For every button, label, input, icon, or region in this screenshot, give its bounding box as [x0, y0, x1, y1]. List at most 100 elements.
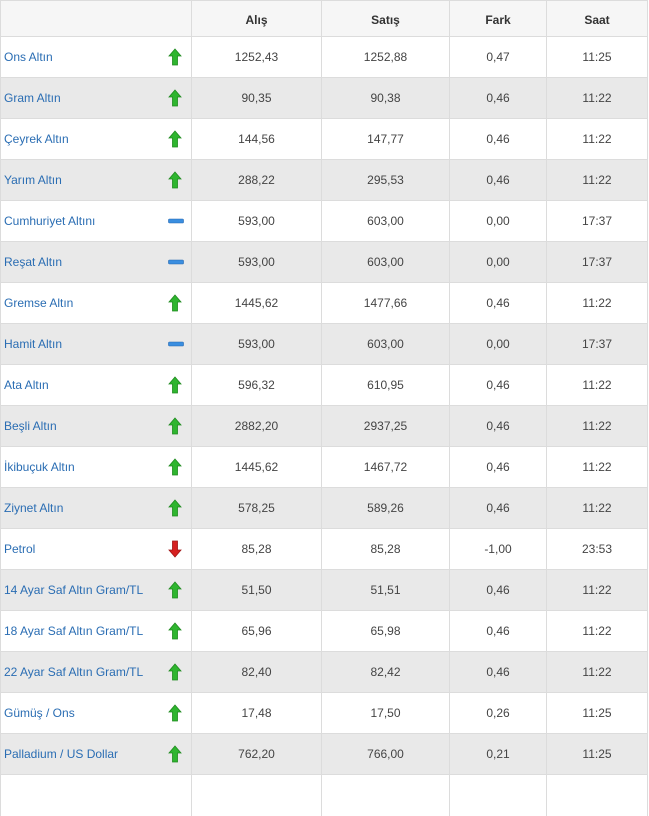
flat-dash-icon: [168, 253, 184, 271]
up-arrow-icon: [168, 48, 182, 66]
instrument-link[interactable]: Hamit Altın: [1, 337, 62, 351]
instrument-cell: 14 Ayar Saf Altın Gram/TL: [0, 569, 192, 611]
table-row: 18 Ayar Saf Altın Gram/TL 65,96 65,98 0,46 1…: [0, 610, 648, 652]
instrument-link[interactable]: 14 Ayar Saf Altın Gram/TL: [1, 583, 143, 597]
sell-price: 1477,66: [321, 282, 450, 324]
sell-price: 603,00: [321, 241, 450, 283]
instrument-link[interactable]: Ata Altın: [1, 378, 49, 392]
up-arrow-icon: [168, 581, 182, 599]
sell-price: 1467,72: [321, 446, 450, 488]
instrument-cell: Petrol: [0, 528, 192, 570]
sell-price: 603,00: [321, 200, 450, 242]
instrument-cell: 22 Ayar Saf Altın Gram/TL: [0, 651, 192, 693]
buy-price: 593,00: [191, 241, 322, 283]
sell-price: 610,95: [321, 364, 450, 406]
update-time: 11:25: [546, 733, 648, 775]
sell-price: 1252,88: [321, 36, 450, 78]
instrument-cell: 18 Ayar Saf Altın Gram/TL: [0, 610, 192, 652]
sell-price: 17,50: [321, 692, 450, 734]
header-diff: Fark: [449, 0, 547, 37]
buy-price: 578,25: [191, 487, 322, 529]
instrument-cell: Reşat Altın: [0, 241, 192, 283]
instrument-cell: Ons Altın: [0, 36, 192, 78]
table-row: Gram Altın 90,35 90,38 0,46 11:22: [0, 77, 648, 119]
instrument-cell: Gümüş / Ons: [0, 692, 192, 734]
instrument-link[interactable]: Palladium / US Dollar: [1, 747, 118, 761]
buy-price: 762,20: [191, 733, 322, 775]
up-arrow-icon: [168, 89, 182, 107]
update-time: 11:22: [546, 446, 648, 488]
instrument-link[interactable]: Cumhuriyet Altını: [1, 214, 95, 228]
update-time: 17:37: [546, 200, 648, 242]
instrument-cell: Gram Altın: [0, 77, 192, 119]
instrument-link[interactable]: Petrol: [1, 542, 35, 556]
price-difference: 0,46: [449, 487, 547, 529]
sell-price: 65,98: [321, 610, 450, 652]
update-time: 11:25: [546, 692, 648, 734]
update-time: 17:37: [546, 241, 648, 283]
table-row: Reşat Altın 593,00 603,00 0,00 17:37: [0, 241, 648, 283]
update-time: 11:22: [546, 569, 648, 611]
instrument-link[interactable]: Çeyrek Altın: [1, 132, 69, 146]
up-arrow-icon: [168, 376, 182, 394]
instrument-cell: Gremse Altın: [0, 282, 192, 324]
price-difference: 0,00: [449, 241, 547, 283]
table-row: 14 Ayar Saf Altın Gram/TL 51,50 51,51 0,46 1…: [0, 569, 648, 611]
buy-price: 593,00: [191, 323, 322, 365]
price-difference: 0,46: [449, 569, 547, 611]
flat-dash-icon: [168, 335, 184, 353]
header-sell: Satış: [321, 0, 450, 37]
buy-price: 51,50: [191, 569, 322, 611]
table-row: Gümüş / Ons 17,48 17,50 0,26 11:25: [0, 692, 648, 734]
table-row: Cumhuriyet Altını 593,00 603,00 0,00 17:37: [0, 200, 648, 242]
header-buy: Alış: [191, 0, 322, 37]
up-arrow-icon: [168, 663, 182, 681]
update-time: 11:22: [546, 405, 648, 447]
buy-price: 144,56: [191, 118, 322, 160]
table-row: Çeyrek Altın 144,56 147,77 0,46 11:22: [0, 118, 648, 160]
price-difference: 0,26: [449, 692, 547, 734]
table-row: Ons Altın 1252,43 1252,88 0,47 11:25: [0, 36, 648, 78]
instrument-cell: Cumhuriyet Altını: [0, 200, 192, 242]
up-arrow-icon: [168, 171, 182, 189]
instrument-link[interactable]: Ons Altın: [1, 50, 53, 64]
instrument-link[interactable]: Yarım Altın: [1, 173, 62, 187]
up-arrow-icon: [168, 294, 182, 312]
up-arrow-icon: [168, 622, 182, 640]
buy-price: 288,22: [191, 159, 322, 201]
header-name: [0, 0, 192, 37]
buy-price: 2882,20: [191, 405, 322, 447]
buy-price: 82,40: [191, 651, 322, 693]
instrument-link[interactable]: Beşli Altın: [1, 419, 57, 433]
sell-price: 147,77: [321, 118, 450, 160]
instrument-link[interactable]: 22 Ayar Saf Altın Gram/TL: [1, 665, 143, 679]
price-difference: 0,46: [449, 651, 547, 693]
up-arrow-icon: [168, 745, 182, 763]
update-time: 11:22: [546, 118, 648, 160]
up-arrow-icon: [168, 130, 182, 148]
sell-price: 603,00: [321, 323, 450, 365]
instrument-cell: Palladium / US Dollar: [0, 733, 192, 775]
instrument-link[interactable]: İkibuçuk Altın: [1, 460, 75, 474]
table-header-row: Alış Satış Fark Saat: [0, 0, 648, 37]
price-difference: 0,00: [449, 200, 547, 242]
up-arrow-icon: [168, 417, 182, 435]
price-difference: 0,46: [449, 282, 547, 324]
table-row: İkibuçuk Altın 1445,62 1467,72 0,46 11:22: [0, 446, 648, 488]
instrument-link[interactable]: Gremse Altın: [1, 296, 73, 310]
instrument-cell: Hamit Altın: [0, 323, 192, 365]
table-row: Gremse Altın 1445,62 1477,66 0,46 11:22: [0, 282, 648, 324]
up-arrow-icon: [168, 704, 182, 722]
instrument-link[interactable]: Gümüş / Ons: [1, 706, 75, 720]
buy-price: 1445,62: [191, 446, 322, 488]
update-time: 23:53: [546, 528, 648, 570]
update-time: 11:22: [546, 651, 648, 693]
instrument-link[interactable]: Gram Altın: [1, 91, 61, 105]
instrument-link[interactable]: Ziynet Altın: [1, 501, 63, 515]
sell-price: 766,00: [321, 733, 450, 775]
sell-price: 90,38: [321, 77, 450, 119]
price-table: Alış Satış Fark Saat Ons Altın 1252,43 125…: [0, 0, 648, 816]
instrument-link[interactable]: 18 Ayar Saf Altın Gram/TL: [1, 624, 143, 638]
header-time: Saat: [546, 0, 648, 37]
instrument-link[interactable]: Reşat Altın: [1, 255, 62, 269]
